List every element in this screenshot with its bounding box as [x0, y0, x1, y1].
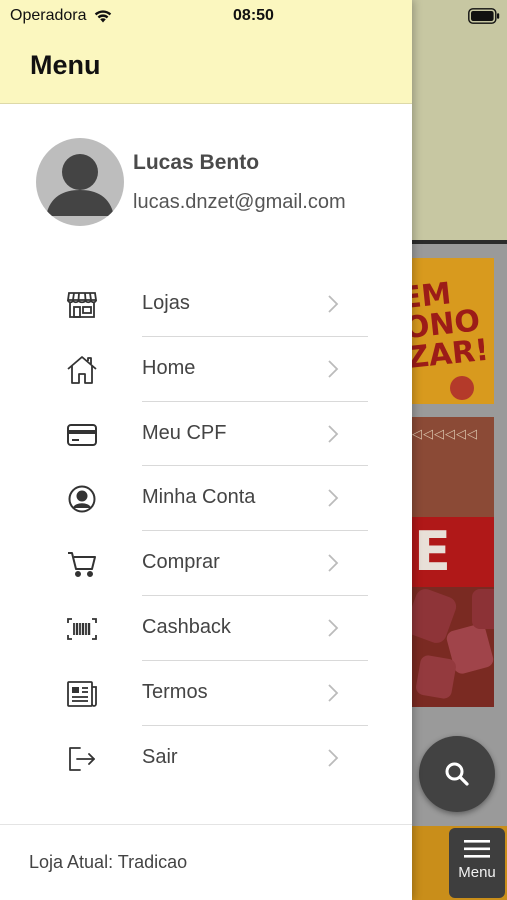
menu-item-label: Lojas [142, 292, 190, 314]
menu-item-minha-conta[interactable]: Minha Conta [0, 466, 412, 532]
hamburger-icon [464, 840, 490, 858]
menu-item-label: Comprar [142, 551, 220, 574]
navigation-drawer: Menu Lucas Bento lucas.dnzet@gmail.com L… [0, 0, 412, 900]
user-name: Lucas Bento [133, 151, 260, 174]
chevron-right-icon [328, 554, 339, 572]
meat-banner-arrows: ◁◁◁◁◁◁ [412, 427, 478, 442]
card-icon [66, 420, 98, 450]
promo-banner-decoration [450, 376, 474, 400]
menu-item-comprar[interactable]: Comprar [0, 531, 412, 596]
battery-icon [468, 8, 500, 24]
footer-divider [0, 824, 412, 825]
menu-button[interactable]: Menu [449, 828, 505, 898]
menu-item-label: Home [142, 356, 196, 379]
drawer-menu: Lojas Home Meu CPF Minha Conta Comprar C… [0, 272, 412, 790]
person-avatar-icon [46, 154, 114, 216]
chevron-right-icon [328, 619, 339, 637]
document-icon [66, 679, 98, 709]
menu-item-cashback[interactable]: Cashback [0, 596, 412, 661]
menu-item-label: Termos [142, 680, 208, 703]
meat-image [472, 589, 494, 629]
account-circle-icon [66, 484, 98, 514]
menu-item-label: Meu CPF [142, 421, 227, 444]
promo-banner-text: EM ONO ZAR! [410, 276, 491, 377]
chevron-right-icon [328, 489, 339, 508]
avatar [36, 138, 124, 226]
meat-image [414, 654, 458, 700]
menu-item-termos[interactable]: Termos [0, 661, 412, 726]
menu-item-label: Cashback [142, 615, 231, 638]
search-icon [445, 762, 469, 786]
logout-icon [66, 744, 98, 774]
store-icon [66, 290, 98, 320]
chevron-right-icon [328, 360, 339, 378]
menu-item-label: Sair [142, 745, 178, 768]
promo-banner[interactable]: EM ONO ZAR! [410, 258, 494, 404]
drawer-title: Menu [30, 50, 101, 80]
current-store: Loja Atual: Tradicao [29, 852, 188, 872]
menu-item-label: Minha Conta [142, 486, 256, 509]
chevron-right-icon [328, 684, 339, 702]
meat-banner-letter: E [414, 520, 451, 583]
user-profile: Lucas Bento lucas.dnzet@gmail.com [36, 138, 396, 228]
menu-item-sair[interactable]: Sair [0, 726, 412, 791]
menu-button-label: Menu [458, 864, 496, 881]
user-email: lucas.dnzet@gmail.com [133, 191, 346, 213]
chevron-right-icon [328, 295, 339, 313]
cart-icon [66, 549, 98, 579]
barcode-icon [66, 614, 98, 644]
menu-item-lojas[interactable]: Lojas [0, 272, 412, 337]
chevron-right-icon [328, 424, 339, 443]
menu-item-meu-cpf[interactable]: Meu CPF [0, 402, 412, 467]
status-bar: Operadora 08:50 [0, 0, 507, 32]
chevron-right-icon [328, 748, 339, 767]
menu-item-home[interactable]: Home [0, 337, 412, 402]
home-icon [66, 355, 98, 385]
status-time: 08:50 [233, 7, 274, 24]
search-button[interactable] [419, 736, 495, 812]
meat-banner[interactable]: ◁◁◁◁◁◁ E [410, 417, 494, 707]
